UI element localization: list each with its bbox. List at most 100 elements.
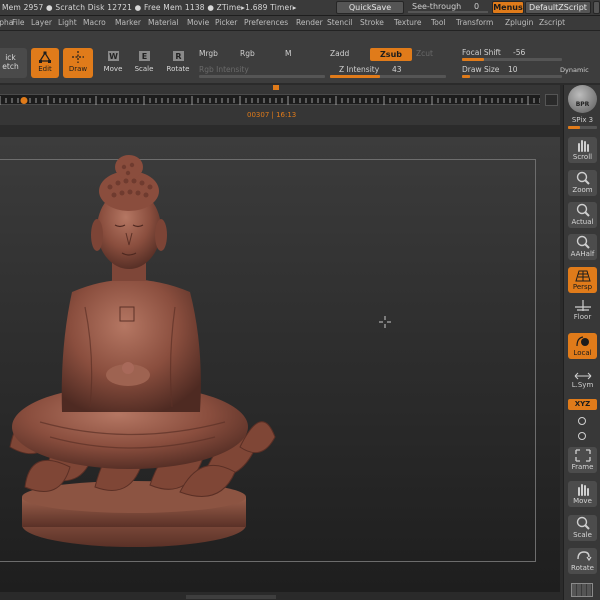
- timeline-marker[interactable]: [273, 85, 279, 90]
- focal-shift-label: Focal Shift: [462, 48, 501, 57]
- move-view-button[interactable]: Move: [568, 481, 597, 507]
- zsub-button[interactable]: Zsub: [370, 48, 412, 61]
- menu-layer[interactable]: Layer: [31, 18, 52, 27]
- menu-transform[interactable]: Transform: [456, 18, 493, 27]
- persp-label: Persp: [572, 283, 593, 291]
- rotate-z-icon[interactable]: [577, 431, 587, 441]
- menu-macro[interactable]: Macro: [83, 18, 106, 27]
- bottom-shelf: [0, 592, 560, 600]
- zadd-button[interactable]: Zadd: [330, 49, 349, 58]
- edit-label: Edit: [38, 65, 52, 73]
- move-button[interactable]: W Move: [99, 48, 127, 78]
- menu-texture[interactable]: Texture: [394, 18, 421, 27]
- overflow-button[interactable]: [593, 1, 600, 14]
- svg-text:R: R: [175, 52, 181, 61]
- rotate-label: Rotate: [166, 65, 190, 73]
- frame-button[interactable]: Frame: [568, 447, 597, 473]
- floor-button[interactable]: Floor: [568, 297, 597, 323]
- spix-slider[interactable]: [568, 126, 597, 129]
- local-pivot-icon: [575, 336, 589, 347]
- xyz-button[interactable]: XYZ: [568, 399, 597, 410]
- menu-picker[interactable]: Picker: [215, 18, 237, 27]
- magnifier-icon: [576, 171, 590, 185]
- menu-stroke[interactable]: Stroke: [360, 18, 384, 27]
- timeline-ruler[interactable]: [0, 94, 541, 105]
- menu-file[interactable]: File: [12, 18, 25, 27]
- rotate-button[interactable]: R Rotate: [164, 48, 192, 78]
- spix-label: SPix 3: [571, 116, 594, 124]
- floor-grid-icon: [574, 300, 591, 311]
- default-zscript-button[interactable]: DefaultZScript: [525, 1, 591, 14]
- quick-sketch-button[interactable]: ick etch: [0, 48, 27, 78]
- menu-tool[interactable]: Tool: [431, 18, 446, 27]
- local-label: Local: [573, 349, 592, 357]
- menu-stencil[interactable]: Stencil: [327, 18, 352, 27]
- menu-movie[interactable]: Movie: [187, 18, 209, 27]
- grid-perspective-icon: [574, 270, 591, 282]
- focal-shift-value: -56: [513, 48, 526, 57]
- menu-material[interactable]: Material: [148, 18, 178, 27]
- quick-sketch-label-2: etch: [2, 62, 19, 71]
- menu-zscript[interactable]: Zscript: [539, 18, 565, 27]
- scroll-button[interactable]: Scroll: [568, 137, 597, 163]
- lsym-button[interactable]: L.Sym: [568, 372, 597, 394]
- rgb-intensity-slider[interactable]: [199, 75, 325, 78]
- z-intensity-label: Z Intensity: [339, 65, 380, 74]
- mrgb-button[interactable]: Mrgb: [199, 49, 218, 58]
- hand-icon: [577, 140, 589, 152]
- symmetry-arrows-icon: [574, 372, 591, 380]
- scale-view-label: Scale: [573, 531, 592, 539]
- m-button[interactable]: M: [285, 49, 291, 58]
- rgb-button[interactable]: Rgb: [240, 49, 255, 58]
- rotate-view-label: Rotate: [571, 564, 594, 572]
- menu-render[interactable]: Render: [296, 18, 323, 27]
- buddha-sculpture[interactable]: [0, 147, 290, 567]
- polyframe-button[interactable]: [571, 583, 593, 597]
- focal-shift-slider[interactable]: [462, 58, 562, 61]
- z-intensity-slider[interactable]: [330, 75, 446, 78]
- persp-button[interactable]: Persp: [568, 267, 597, 293]
- rotate-icon: R: [173, 51, 184, 61]
- local-button[interactable]: Local: [568, 333, 597, 359]
- zoom-button[interactable]: Zoom: [568, 170, 597, 196]
- rotate-y-icon[interactable]: [577, 416, 587, 426]
- dynamic-toggle[interactable]: Dynamic: [560, 66, 589, 74]
- draw-icon: [72, 51, 84, 63]
- scale-view-button[interactable]: Scale: [568, 515, 597, 541]
- draw-size-slider[interactable]: [462, 75, 562, 78]
- zoom-label: Zoom: [572, 186, 593, 194]
- see-through-slider[interactable]: [408, 11, 488, 13]
- timeline: 00307 | 16:13: [0, 85, 560, 125]
- rotate-view-button[interactable]: Rotate: [568, 548, 597, 574]
- quicksave-button[interactable]: QuickSave: [336, 1, 404, 14]
- menu-zplugin[interactable]: Zplugin: [505, 18, 533, 27]
- z-intensity-value: 43: [392, 65, 402, 74]
- floor-label: Floor: [573, 313, 592, 321]
- timecode: 00307 | 16:13: [247, 111, 297, 119]
- scale-button[interactable]: E Scale: [130, 48, 158, 78]
- magnifier-half-icon: [576, 235, 590, 249]
- draw-size-label: Draw Size: [462, 65, 500, 74]
- bottom-tray-handle[interactable]: [186, 595, 276, 599]
- document-canvas[interactable]: [0, 137, 560, 592]
- aahalf-button[interactable]: AAHalf: [568, 234, 597, 260]
- bpr-button[interactable]: BPR: [568, 85, 597, 113]
- see-through-value[interactable]: 0: [474, 2, 479, 11]
- timeline-end-button[interactable]: [545, 94, 558, 106]
- status-bar: Mem 2957 ● Scratch Disk 12721 ● Free Mem…: [0, 0, 600, 16]
- actual-button[interactable]: Actual: [568, 202, 597, 228]
- svg-text:W: W: [109, 52, 118, 61]
- menu-preferences[interactable]: Preferences: [244, 18, 288, 27]
- edit-button[interactable]: Edit: [31, 48, 59, 78]
- zcut-button[interactable]: Zcut: [416, 49, 433, 58]
- menus-button[interactable]: Menus: [492, 1, 524, 14]
- svg-text:E: E: [142, 52, 147, 61]
- timeline-playhead[interactable]: [20, 97, 28, 104]
- edit-icon: [38, 51, 52, 63]
- frame-icon: [574, 449, 591, 462]
- menu-marker[interactable]: Marker: [115, 18, 141, 27]
- draw-button[interactable]: Draw: [63, 48, 93, 78]
- menu-light[interactable]: Light: [58, 18, 77, 27]
- right-shelf: BPR SPix 3 Scroll Zoom Actual AAHalf Per…: [563, 85, 600, 600]
- crosshair-icon: [379, 316, 391, 328]
